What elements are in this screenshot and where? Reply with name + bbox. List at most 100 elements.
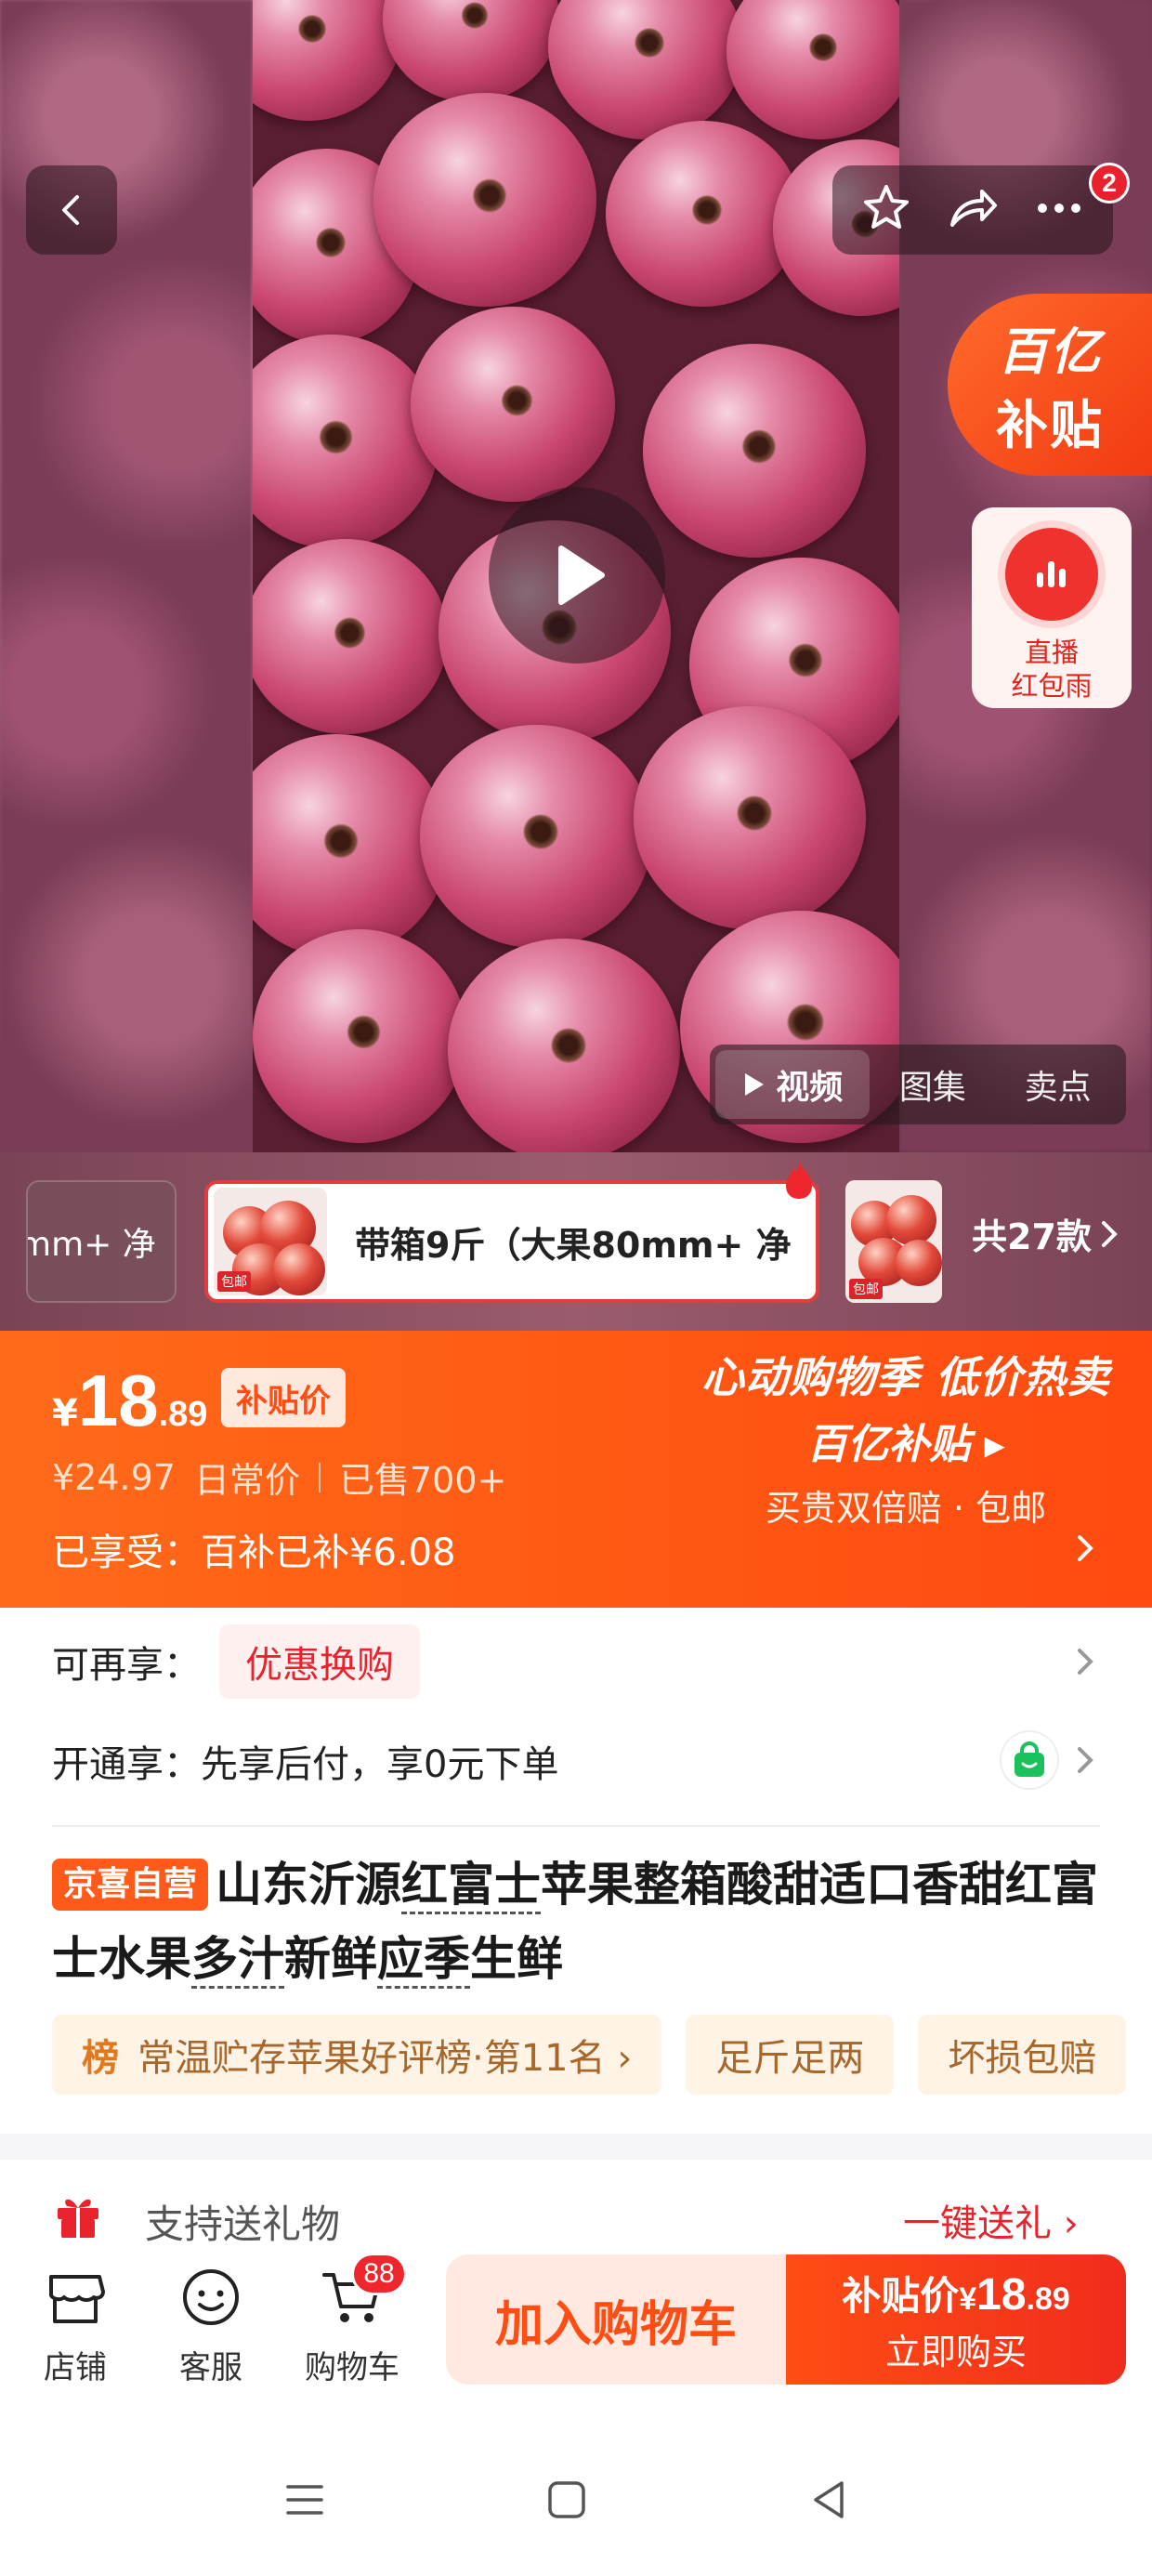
add-to-cart-button[interactable]: 加入购物车 [446, 2254, 786, 2385]
share-button[interactable] [945, 180, 1001, 240]
live-label-line1: 直播 [1024, 637, 1079, 668]
back-nav-button[interactable] [801, 2472, 857, 2528]
divider [318, 1462, 321, 1492]
tab-video[interactable]: 视频 [715, 1050, 871, 1119]
variant-count-button[interactable]: 共27款 [972, 1208, 1119, 1259]
apple-image [253, 335, 439, 548]
tab-selling-points-label: 卖点 [1024, 1069, 1092, 1107]
variant-thumb-tag: 包邮 [849, 1279, 883, 1299]
title-keyword-link[interactable]: 红富士 [401, 1858, 542, 1914]
apple-image [383, 0, 559, 102]
hot-flame-icon [786, 1162, 812, 1199]
buy-price-decimal: .89 [1026, 2281, 1070, 2317]
price-banner[interactable]: ¥ 18 .89 补贴价 ¥24.97 日常价 已售700+ 已享受：百补已补¥… [0, 1331, 1152, 1608]
tab-selling-points[interactable]: 卖点 [995, 1050, 1120, 1119]
tab-gallery[interactable]: 图集 [870, 1050, 995, 1119]
apple-image [253, 734, 448, 957]
feature-tag[interactable]: 坏损包赔 [918, 2015, 1127, 2095]
sold-count: 已售700+ [338, 1460, 507, 1501]
title-part: 山东沂源 [216, 1858, 402, 1912]
media-tab-bar: 视频 图集 卖点 [710, 1045, 1126, 1124]
apple-image [606, 121, 801, 307]
buy-now-button[interactable]: 补贴价¥18.89 立即购买 [786, 2254, 1126, 2385]
apple-image [420, 725, 652, 948]
current-price: ¥ 18 .89 [52, 1359, 207, 1443]
subsidy-floating-tag[interactable]: 百亿 补贴 [948, 294, 1152, 476]
exchange-coupon-pill[interactable]: 优惠换购 [219, 1624, 420, 1699]
variant-option-prev[interactable]: mm+ 净 [26, 1180, 177, 1303]
subsidy-promo[interactable]: 心动购物季 低价热卖 百亿补贴 ▸ 买贵双倍赔 · 包邮 [678, 1344, 1133, 1531]
back-button[interactable] [26, 165, 117, 255]
variant-thumb-tag: 包邮 [217, 1271, 251, 1292]
self-operated-badge: 京喜自营 [52, 1859, 209, 1911]
live-bars-icon [1005, 528, 1098, 621]
play-video-button[interactable] [489, 487, 665, 664]
apple-image [411, 307, 615, 502]
buy-price-integer: 18 [976, 2270, 1027, 2320]
pay-later-row[interactable]: 开通享：先享后付，享0元下单 [52, 1734, 1100, 1788]
variant-selector: mm+ 净 包邮 带箱9斤（大果80mm+ 净 包邮 共27款 [0, 1152, 1152, 1331]
system-navigation-bar [0, 2416, 1152, 2576]
apple-image [548, 0, 743, 139]
live-red-packet-button[interactable]: 直播 红包雨 [972, 507, 1132, 708]
variant-count-label: 共27款 [972, 1216, 1092, 1257]
star-icon [864, 185, 910, 229]
subsidy-price-badge: 补贴价 [221, 1368, 346, 1427]
menu-lines-icon [286, 2485, 323, 2515]
tab-gallery-label: 图集 [898, 1069, 966, 1107]
home-nav-button[interactable] [539, 2472, 595, 2528]
ranking-prefix: 榜 [82, 2037, 119, 2080]
variant-option-next[interactable]: 包邮 [845, 1180, 942, 1303]
chevron-right-icon [1078, 1649, 1093, 1675]
title-keyword-link[interactable]: 多汁 [191, 1932, 284, 1989]
feature-tag[interactable]: 足斤足两 [686, 2015, 895, 2095]
more-button[interactable] [1031, 180, 1087, 240]
menu-nav-button[interactable] [277, 2472, 333, 2528]
buy-price: 补贴价¥18.89 [842, 2265, 1070, 2321]
gift-label: 支持送礼物 [145, 2201, 341, 2247]
favorite-star-button[interactable] [858, 180, 914, 240]
price-integer: 18 [77, 1360, 159, 1441]
play-icon [558, 545, 605, 605]
promo-guarantee: 买贵双倍赔 · 包邮 [765, 1488, 1047, 1529]
apple-image [727, 0, 899, 139]
cart-label: 购物车 [305, 2349, 399, 2386]
ranking-text: 常温贮存苹果好评榜·第11名 › [137, 2037, 633, 2080]
cart-count-badge: 88 [351, 2253, 407, 2295]
notification-badge: 2 [1089, 163, 1130, 204]
share-icon [949, 190, 997, 227]
variant-option-selected[interactable]: 包邮 带箱9斤（大果80mm+ 净 [204, 1180, 819, 1303]
smiley-chat-icon [174, 2260, 248, 2334]
apple-image [373, 93, 596, 307]
one-click-gift-link[interactable]: 一键送礼 › [903, 2193, 1079, 2247]
feature-tag-text: 足斤足两 [715, 2037, 865, 2080]
shopping-bag-icon [1001, 1732, 1057, 1788]
more-benefit-label: 可再享： [52, 1644, 201, 1687]
title-keyword-link[interactable]: 应季 [377, 1932, 470, 1989]
more-benefit-row[interactable]: 可再享： 优惠换购 [52, 1624, 1100, 1699]
subsidy-line1: 百亿 [998, 322, 1102, 381]
more-dots-icon [1037, 204, 1080, 213]
ranking-tag[interactable]: 榜 常温贮存苹果好评榜·第11名 › [52, 2015, 662, 2095]
apple-image [634, 706, 866, 929]
buy-price-prefix: 补贴价 [842, 2273, 960, 2319]
product-title: 京喜自营 山东沂源红富士苹果整箱酸甜适口香甜红富士水果多汁新鲜应季生鲜 [52, 1847, 1100, 1996]
tab-video-label: 视频 [776, 1069, 844, 1107]
promo-headline: 心动购物季 低价热卖 [700, 1352, 1110, 1402]
variant-thumbnail: 包邮 [214, 1188, 327, 1295]
buy-price-currency: ¥ [959, 2281, 977, 2317]
live-label-line2: 红包雨 [1011, 670, 1093, 702]
store-icon [38, 2260, 112, 2334]
customer-service-button[interactable]: 客服 [151, 2260, 271, 2387]
chevron-left-icon [62, 195, 79, 225]
feature-tag-text: 坏损包赔 [948, 2037, 1097, 2080]
apple-image [253, 929, 466, 1143]
gift-icon [58, 2199, 98, 2238]
square-home-icon [548, 2481, 585, 2518]
price-currency: ¥ [52, 1392, 78, 1435]
daily-price-row: ¥24.97 日常价 已售700+ [52, 1452, 506, 1503]
daily-price-value: ¥24.97 [52, 1456, 176, 1498]
store-button[interactable]: 店铺 [15, 2260, 136, 2387]
daily-price-label: 日常价 [193, 1460, 300, 1501]
store-label: 店铺 [44, 2349, 107, 2386]
